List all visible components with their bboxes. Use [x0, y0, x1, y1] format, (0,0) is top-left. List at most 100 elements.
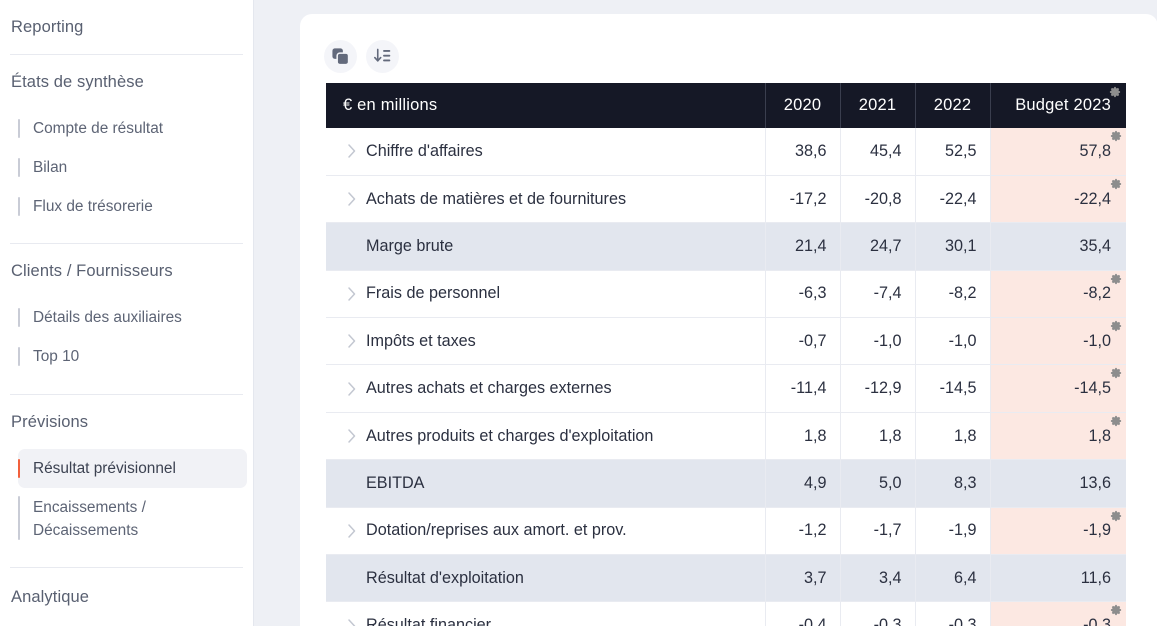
sidebar-group-clients-fournisseurs: Clients / Fournisseurs Détails des auxil…: [0, 244, 253, 376]
value-cell-2022: 8,3: [914, 459, 990, 508]
budget-cell[interactable]: -14,5: [989, 364, 1126, 413]
column-header-2022[interactable]: 2022: [914, 83, 990, 128]
gear-icon[interactable]: [1109, 86, 1121, 98]
budget-value: -0,3: [1083, 616, 1111, 626]
chevron-right-icon[interactable]: [343, 618, 361, 626]
row-label: Autres achats et charges externes: [366, 379, 612, 398]
budget-cell[interactable]: 35,4: [989, 222, 1126, 271]
item-accent-bar: [18, 119, 20, 139]
chevron-right-icon[interactable]: [343, 381, 361, 396]
column-header-budget-2023[interactable]: Budget 2023: [989, 83, 1126, 128]
sidebar-item-label: Compte de résultat: [33, 120, 164, 137]
sidebar-item-compte-de-resultat[interactable]: Compte de résultat: [18, 109, 247, 148]
sidebar-item-analytique[interactable]: Analytique: [0, 568, 253, 626]
gear-icon[interactable]: [1110, 415, 1122, 427]
row-label: EBITDA: [366, 473, 425, 492]
value-cell-2021: 3,4: [839, 554, 915, 603]
gear-icon[interactable]: [1110, 510, 1122, 522]
table-row[interactable]: Achats de matières et de fournitures -17,…: [326, 175, 1126, 224]
value-cell-2021: -7,4: [839, 270, 915, 319]
main-content: € en millions 2020 2021 2022 Budget 2023…: [254, 0, 1157, 626]
gear-icon[interactable]: [1110, 130, 1122, 142]
gear-icon[interactable]: [1110, 273, 1122, 285]
value-cell-2021: -1,0: [839, 317, 915, 366]
value-cell-2022: 6,4: [914, 554, 990, 603]
value-cell-2022: -8,2: [914, 270, 990, 319]
sort-descending-icon: [373, 48, 391, 62]
value-cell-2021: 1,8: [839, 412, 915, 461]
table-row[interactable]: Dotation/reprises aux amort. et prov. -1,…: [326, 507, 1126, 556]
row-label: Marge brute: [366, 236, 454, 255]
gear-icon[interactable]: [1110, 367, 1122, 379]
table-row[interactable]: Autres produits et charges d'exploitatio…: [326, 412, 1126, 461]
sidebar-group-previsions: Prévisions Résultat prévisionnel Encaiss…: [0, 395, 253, 550]
sidebar-item-flux-de-tresorerie[interactable]: Flux de trésorerie: [18, 187, 247, 226]
budget-value: -8,2: [1083, 284, 1111, 303]
sidebar-item-resultat-previsionnel[interactable]: Résultat prévisionnel: [18, 448, 247, 488]
value-cell-2020: 4,9: [764, 459, 840, 508]
sidebar-group-etats-de-synthese: États de synthèse Compte de résultat Bil…: [0, 55, 253, 226]
table-row[interactable]: Résultat d'exploitation 3,7 3,4 6,4 11,6: [326, 554, 1126, 603]
row-label-cell: EBITDA: [326, 459, 765, 508]
budget-value: 57,8: [1079, 141, 1111, 160]
budget-cell[interactable]: 57,8: [989, 128, 1126, 176]
budget-cell[interactable]: -8,2: [989, 270, 1126, 319]
gear-icon[interactable]: [1110, 320, 1122, 332]
value-cell-2022: -0,3: [914, 601, 990, 626]
duplicate-button[interactable]: [324, 40, 357, 73]
chevron-right-icon[interactable]: [343, 429, 361, 443]
row-label: Résultat financier: [366, 616, 492, 626]
row-label-cell: Autres produits et charges d'exploitatio…: [326, 412, 765, 461]
sort-descending-button[interactable]: [366, 40, 399, 73]
row-label: Chiffre d'affaires: [366, 141, 483, 160]
budget-value: 35,4: [1079, 236, 1111, 255]
row-label-cell: Frais de personnel: [326, 270, 765, 319]
budget-cell[interactable]: -1,9: [989, 507, 1126, 556]
chevron-right-icon[interactable]: [343, 192, 361, 206]
chevron-right-icon[interactable]: [343, 524, 361, 538]
value-cell-2021: -0,3: [839, 601, 915, 626]
table-row[interactable]: Chiffre d'affaires 38,6 45,4 52,5 57,8: [326, 128, 1126, 176]
row-label-cell: Dotation/reprises aux amort. et prov.: [326, 507, 765, 556]
column-header-label: € en millions: [326, 83, 765, 128]
row-label: Dotation/reprises aux amort. et prov.: [366, 521, 627, 540]
sidebar-item-bilan[interactable]: Bilan: [18, 148, 247, 187]
table-row[interactable]: Impôts et taxes -0,7 -1,0 -1,0 -1,0: [326, 317, 1126, 366]
value-cell-2020: -0,4: [764, 601, 840, 626]
budget-cell[interactable]: -0,3: [989, 601, 1126, 626]
table-row[interactable]: Marge brute 21,4 24,7 30,1 35,4: [326, 222, 1126, 271]
budget-cell[interactable]: 1,8: [989, 412, 1126, 461]
chevron-right-icon[interactable]: [343, 287, 361, 301]
value-cell-2020: 3,7: [764, 554, 840, 603]
budget-cell[interactable]: 11,6: [989, 554, 1126, 603]
item-accent-bar: [18, 347, 20, 367]
table-row[interactable]: EBITDA 4,9 5,0 8,3 13,6: [326, 459, 1126, 508]
table-row[interactable]: Résultat financier -0,4 -0,3 -0,3 -0,3: [326, 601, 1126, 626]
value-cell-2022: -1,9: [914, 507, 990, 556]
budget-value: 13,6: [1079, 473, 1111, 492]
chevron-right-icon[interactable]: [343, 144, 361, 159]
table-row[interactable]: Autres achats et charges externes -11,4 -1…: [326, 364, 1126, 413]
sidebar-item-top-10[interactable]: Top 10: [18, 337, 247, 376]
gear-icon[interactable]: [1110, 604, 1122, 616]
gear-icon[interactable]: [1110, 178, 1122, 190]
budget-value: -1,9: [1083, 521, 1111, 540]
row-label: Achats de matières et de fournitures: [366, 189, 627, 208]
sidebar-group-title: États de synthèse: [11, 73, 144, 91]
column-header-2020[interactable]: 2020: [764, 83, 840, 128]
budget-value: 1,8: [1088, 426, 1111, 445]
sidebar-item-label: Détails des auxiliaires: [33, 309, 182, 327]
sidebar-item-label: Flux de trésorerie: [33, 198, 153, 216]
column-header-2021[interactable]: 2021: [839, 83, 915, 128]
sidebar-item-encaissements-decaissements[interactable]: Encaissements / Décaissements: [18, 488, 247, 550]
sidebar: Reporting États de synthèse Compte de ré…: [0, 0, 254, 626]
budget-cell[interactable]: -1,0: [989, 317, 1126, 366]
budget-cell[interactable]: 13,6: [989, 459, 1126, 508]
budget-cell[interactable]: -22,4: [989, 175, 1126, 224]
table-row[interactable]: Frais de personnel -6,3 -7,4 -8,2 -8,2: [326, 270, 1126, 319]
sidebar-item-details-des-auxiliaires[interactable]: Détails des auxiliaires: [18, 298, 247, 337]
row-label-cell: Résultat financier: [326, 601, 765, 626]
chevron-right-icon[interactable]: [343, 334, 361, 348]
column-header-budget-label: Budget 2023: [1015, 96, 1111, 114]
sidebar-group-title: Prévisions: [11, 412, 89, 431]
